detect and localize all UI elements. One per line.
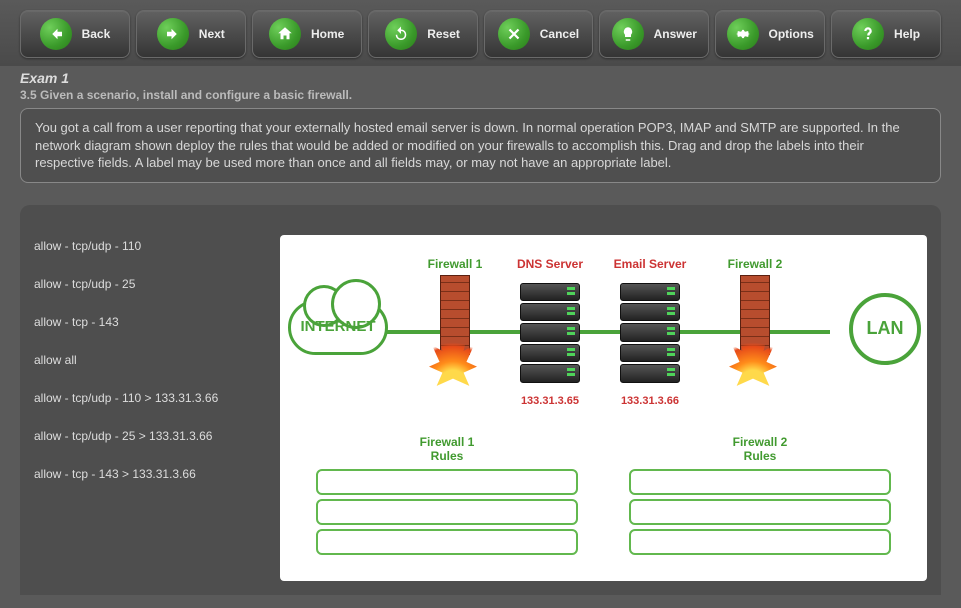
back-button[interactable]: Back — [20, 10, 130, 58]
topology: Firewall 1 DNS Server Email Server Firew… — [280, 235, 927, 425]
firewall1-label: Firewall 1 — [410, 257, 500, 271]
help-button[interactable]: Help — [831, 10, 941, 58]
answer-label: Answer — [654, 27, 697, 41]
help-label: Help — [894, 27, 920, 41]
drag-label[interactable]: allow - tcp/udp - 110 — [34, 239, 264, 253]
firewall2-rules-title: Firewall 2Rules — [629, 435, 891, 464]
drag-label[interactable]: allow - tcp - 143 > 133.31.3.66 — [34, 467, 264, 481]
options-button[interactable]: Options — [715, 10, 825, 58]
arrow-right-icon — [157, 18, 189, 50]
firewall1-rules-title: Firewall 1Rules — [316, 435, 578, 464]
reset-label: Reset — [427, 27, 460, 41]
home-icon — [269, 18, 301, 50]
drag-labels-column: allow - tcp/udp - 110 allow - tcp/udp - … — [34, 235, 264, 581]
exam-title: Exam 1 — [20, 66, 941, 88]
x-icon — [498, 18, 530, 50]
options-label: Options — [769, 27, 814, 41]
internet-cloud-icon: INTERNET — [288, 300, 388, 360]
objective-text: 3.5 Given a scenario, install and config… — [20, 88, 941, 108]
work-area: allow - tcp/udp - 110 allow - tcp/udp - … — [20, 205, 941, 595]
firewall1-rules-column: Firewall 1Rules — [316, 435, 578, 560]
gear-icon — [727, 18, 759, 50]
drag-label[interactable]: allow - tcp/udp - 25 — [34, 277, 264, 291]
dns-server-icon — [520, 283, 580, 383]
internet-label: INTERNET — [288, 318, 388, 335]
rules-zone: Firewall 1Rules Firewall 2Rules — [280, 435, 927, 560]
refresh-icon — [385, 18, 417, 50]
firewall2-drop-slot[interactable] — [629, 529, 891, 555]
back-label: Back — [82, 27, 111, 41]
email-ip: 133.31.3.66 — [605, 395, 695, 407]
firewall2-icon — [735, 275, 775, 385]
email-server-label: Email Server — [605, 257, 695, 271]
home-label: Home — [311, 27, 344, 41]
firewall2-drop-slot[interactable] — [629, 499, 891, 525]
email-server-icon — [620, 283, 680, 383]
question-icon — [852, 18, 884, 50]
cancel-label: Cancel — [540, 27, 579, 41]
drag-label[interactable]: allow - tcp - 143 — [34, 315, 264, 329]
firewall2-rules-column: Firewall 2Rules — [629, 435, 891, 560]
firewall2-drop-slot[interactable] — [629, 469, 891, 495]
cancel-button[interactable]: Cancel — [484, 10, 594, 58]
reset-button[interactable]: Reset — [368, 10, 478, 58]
network-diagram: Firewall 1 DNS Server Email Server Firew… — [280, 235, 927, 581]
dns-server-label: DNS Server — [505, 257, 595, 271]
drag-label[interactable]: allow - tcp/udp - 110 > 133.31.3.66 — [34, 391, 264, 405]
next-button[interactable]: Next — [136, 10, 246, 58]
firewall1-drop-slot[interactable] — [316, 499, 578, 525]
question-header: Exam 1 3.5 Given a scenario, install and… — [0, 66, 961, 191]
firewall1-drop-slot[interactable] — [316, 529, 578, 555]
firewall1-icon — [435, 275, 475, 385]
scenario-text: You got a call from a user reporting tha… — [20, 108, 941, 183]
home-button[interactable]: Home — [252, 10, 362, 58]
arrow-left-icon — [40, 18, 72, 50]
drag-label[interactable]: allow all — [34, 353, 264, 367]
next-label: Next — [199, 27, 225, 41]
lan-label: LAN — [867, 318, 904, 339]
bulb-icon — [612, 18, 644, 50]
dns-ip: 133.31.3.65 — [505, 395, 595, 407]
answer-button[interactable]: Answer — [599, 10, 709, 58]
drag-label[interactable]: allow - tcp/udp - 25 > 133.31.3.66 — [34, 429, 264, 443]
firewall1-drop-slot[interactable] — [316, 469, 578, 495]
lan-icon: LAN — [849, 293, 921, 365]
firewall2-label: Firewall 2 — [710, 257, 800, 271]
toolbar: Back Next Home Reset Cancel Answer Optio… — [0, 0, 961, 66]
